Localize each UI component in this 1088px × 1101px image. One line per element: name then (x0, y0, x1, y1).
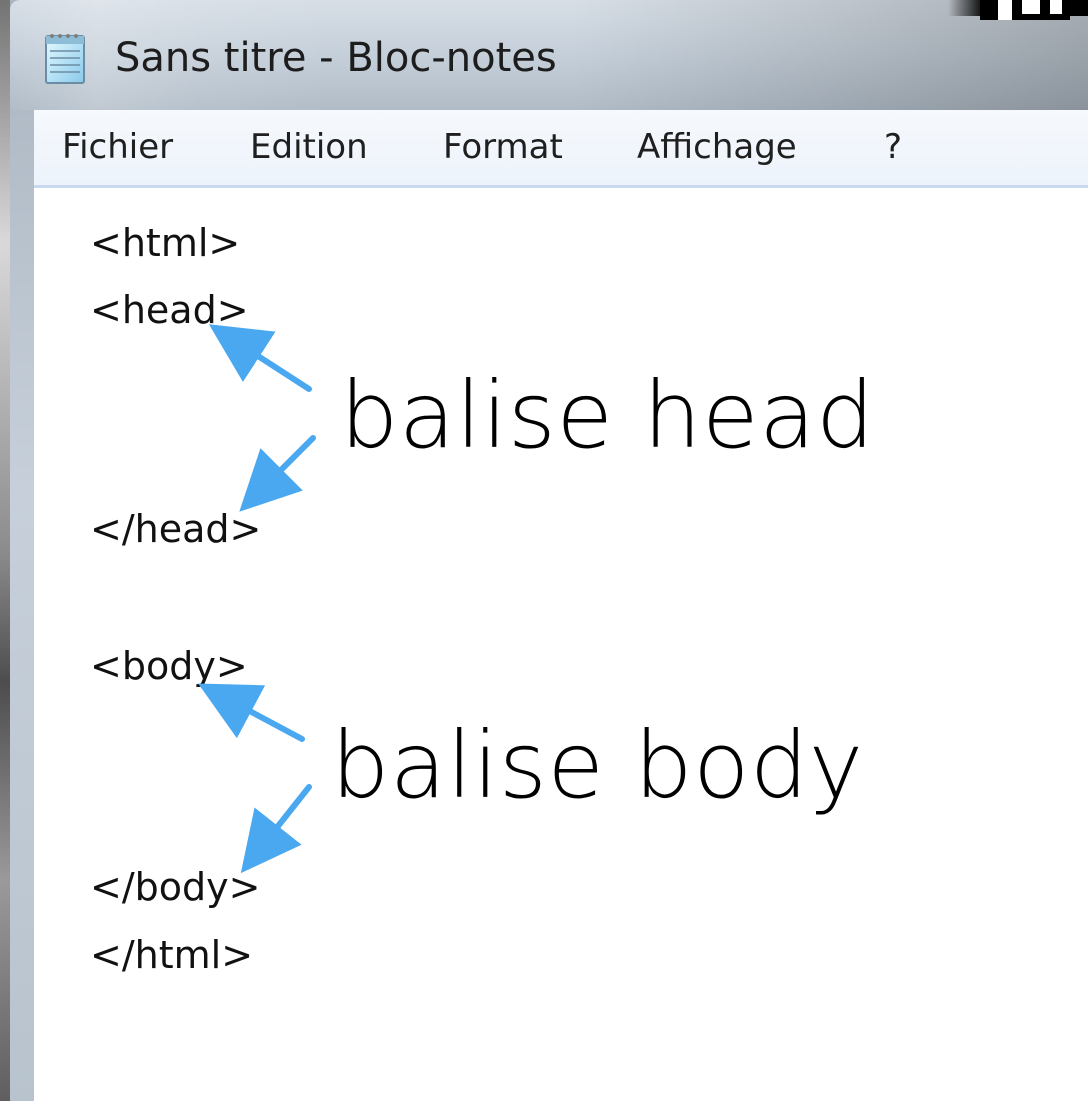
code-line-html-close: </html> (90, 933, 254, 977)
menu-help[interactable]: ? (884, 130, 902, 164)
corner-fragment (980, 0, 1070, 20)
code-line-head-open: <head> (90, 288, 249, 332)
menu-edition[interactable]: Edition (250, 130, 368, 164)
menu-bar: Fichier Edition Format Affichage ? (34, 110, 1088, 188)
menu-format[interactable]: Format (443, 130, 563, 164)
text-editor[interactable]: <html> <head> </head> <body> </body> </h… (34, 188, 1088, 1101)
menu-fichier[interactable]: Fichier (62, 130, 173, 164)
menu-affichage[interactable]: Affichage (637, 130, 797, 164)
title-bar[interactable]: Sans titre - Bloc-notes (10, 0, 1088, 110)
notepad-icon (45, 34, 85, 84)
notepad-screenshot: Sans titre - Bloc-notes Fichier Edition … (0, 0, 1088, 1101)
code-line-body-open: <body> (90, 644, 248, 688)
notepad-window: Sans titre - Bloc-notes Fichier Edition … (10, 0, 1088, 1101)
code-line-head-close: </head> (90, 507, 262, 551)
window-title: Sans titre - Bloc-notes (115, 35, 557, 81)
code-line-html-open: <html> (90, 221, 241, 265)
head-tag-annotation: balise head (340, 362, 875, 469)
body-tag-annotation: balise body (331, 712, 864, 819)
code-line-body-close: </body> (90, 865, 261, 909)
